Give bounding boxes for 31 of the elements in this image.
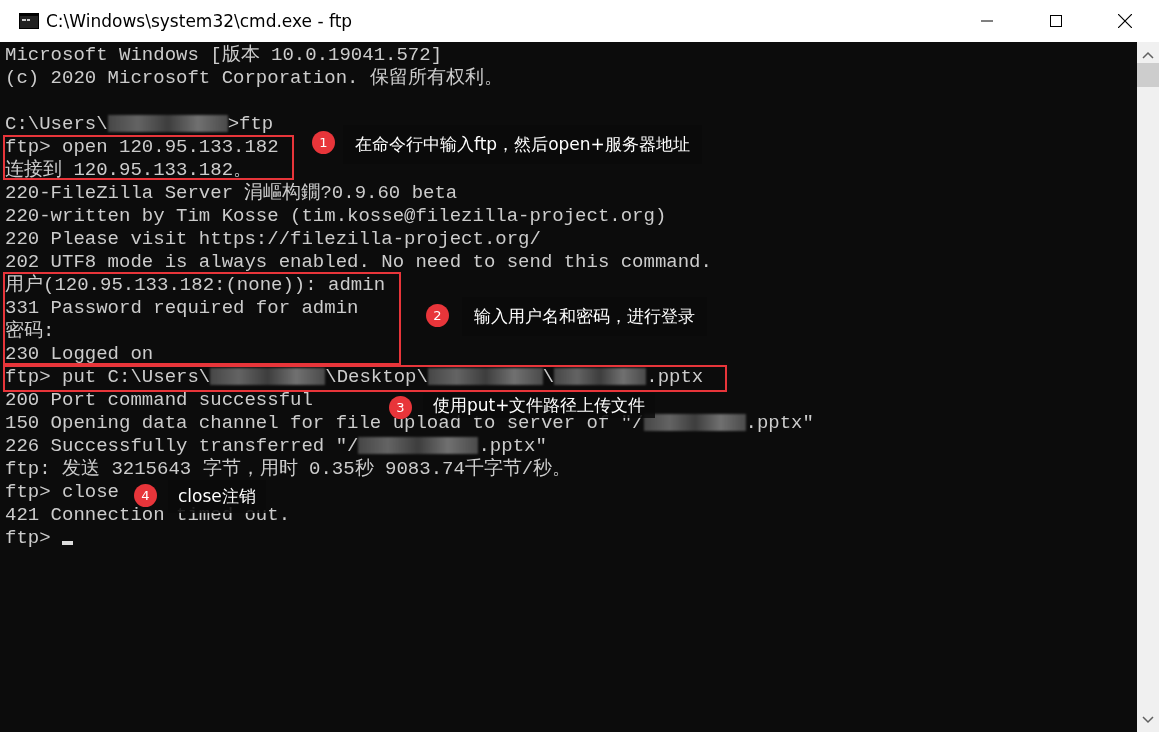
- console-text: .pptx": [745, 413, 814, 432]
- text-cursor: [62, 540, 73, 545]
- console-text: (c) 2020 Microsoft Corporation. 保留所有权利。: [5, 68, 503, 87]
- console-text: 连接到 120.95.133.182。: [5, 160, 253, 179]
- console-text: 202 UTF8 mode is always enabled. No need to send this command.: [5, 252, 712, 271]
- console-text: .pptx: [646, 367, 704, 386]
- console-text: ftp: 发送 3215643 字节，用时 0.35秒 9083.74千字节/秒。: [5, 459, 572, 478]
- console-text: \Desktop\: [325, 367, 428, 386]
- console-text: ftp>: [5, 528, 52, 547]
- console-text: 220 Please visit https://filezilla-project.org/: [5, 229, 541, 248]
- scrollbar-thumb[interactable]: [1137, 63, 1159, 87]
- console-text: \: [542, 367, 555, 386]
- console-text: ftp> close: [5, 482, 120, 501]
- console-text: 331 Password required for admin: [5, 298, 359, 317]
- console-text: 230 Logged on: [5, 344, 154, 363]
- console-text: 密码:: [5, 321, 55, 340]
- close-icon: [1117, 14, 1132, 28]
- console-text: ftp> put C:\Users\: [5, 367, 211, 386]
- console-text: 220-FileZilla Server 涓嶇构鐗?0.9.60 beta: [5, 183, 458, 202]
- console-text: 226 Successfully transferred "/: [5, 436, 359, 455]
- console-text: 200 Port command successful: [5, 390, 313, 409]
- console-text: .pptx": [478, 436, 547, 455]
- console-text: >ftp: [227, 114, 274, 133]
- console-text: ftp> open 120.95.133.182: [5, 137, 279, 156]
- console-text: 220-written by Tim Kosse (tim.kosse@filezilla-project.org): [5, 206, 667, 225]
- console-text: 用户(120.95.133.182:(none)): admin: [5, 275, 386, 294]
- console-app-icon: [19, 13, 39, 29]
- console-text: C:\Users\: [5, 114, 108, 133]
- maximize-icon: [1049, 15, 1062, 27]
- window-title: C:\Windows\system32\cmd.exe - ftp: [46, 11, 354, 31]
- console-text: Microsoft Windows [版本 10.0.19041.572]: [5, 45, 443, 64]
